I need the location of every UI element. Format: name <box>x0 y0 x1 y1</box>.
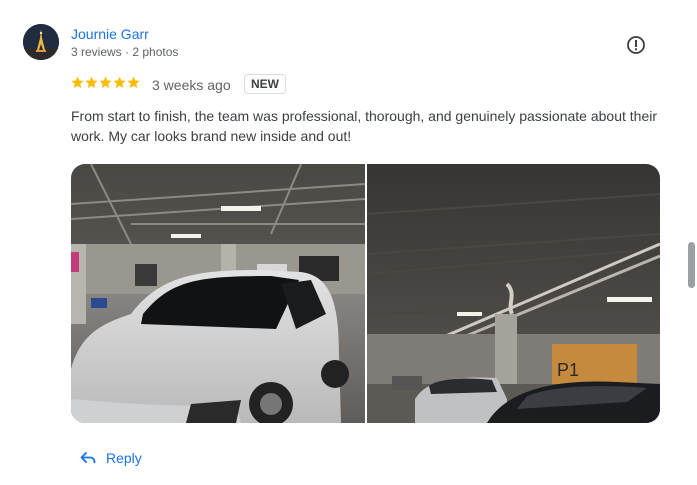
report-icon[interactable] <box>626 35 646 55</box>
star-rating <box>71 76 140 89</box>
reply-label: Reply <box>106 450 142 466</box>
star-icon <box>99 76 112 88</box>
review-time: 3 weeks ago <box>152 77 231 93</box>
eiffel-tower-avatar-image <box>23 24 59 60</box>
reply-arrow-icon <box>80 452 96 464</box>
garage-level-sign: P1 <box>557 360 579 380</box>
review-photo-car[interactable] <box>71 164 365 423</box>
reviewer-name[interactable]: Journie Garr <box>71 25 149 43</box>
review-photos: P1 <box>71 164 660 423</box>
scrollbar-thumb[interactable] <box>688 242 695 288</box>
reviewer-avatar[interactable] <box>23 24 59 60</box>
reviewer-stats: 3 reviews · 2 photos <box>71 45 179 59</box>
review-photo-garage[interactable]: P1 <box>367 164 660 423</box>
star-icon <box>71 76 84 88</box>
new-badge: NEW <box>244 74 286 94</box>
star-icon <box>113 76 126 88</box>
star-icon <box>127 76 140 88</box>
review-text: From start to finish, the team was profe… <box>71 108 658 144</box>
reply-button[interactable]: Reply <box>80 450 142 466</box>
star-icon <box>85 76 98 88</box>
